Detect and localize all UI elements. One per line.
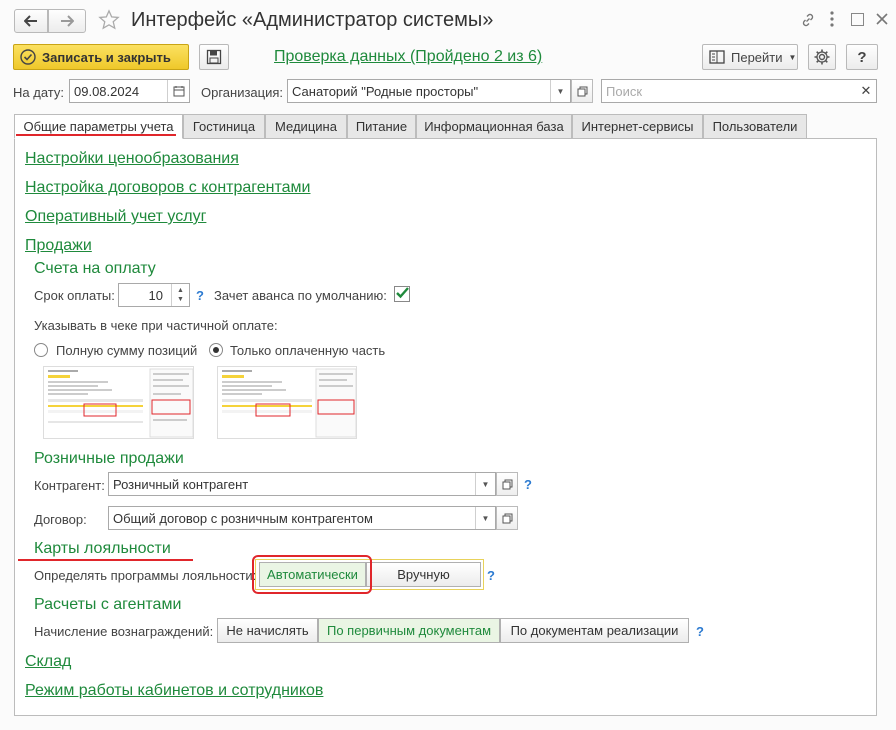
- pricing-settings-link[interactable]: Настройки ценообразования: [25, 150, 239, 168]
- receipt-full-sum-preview: [43, 366, 194, 439]
- loyalty-help-icon[interactable]: ?: [487, 568, 495, 583]
- radio-full-sum[interactable]: [34, 343, 48, 357]
- radio-paid-part[interactable]: [209, 343, 223, 357]
- counterparty-value: Розничный контрагент: [113, 476, 249, 492]
- counterparty-field[interactable]: Розничный контрагент ▼: [108, 472, 496, 496]
- contract-value: Общий договор с розничным контрагентом: [113, 510, 373, 526]
- counterparty-open-button[interactable]: [496, 472, 518, 496]
- cabinets-schedule-link[interactable]: Режим работы кабинетов и сотрудников: [25, 682, 323, 700]
- reward-label: Начисление вознаграждений:: [34, 624, 214, 639]
- loyalty-label: Определять программы лояльности:: [34, 568, 257, 583]
- radio-paid-part-label: Только оплаченную часть: [230, 343, 386, 358]
- receipt-label: Указывать в чеке при частичной оплате:: [34, 318, 278, 333]
- reward-sales-button[interactable]: По документам реализации: [500, 618, 689, 643]
- retail-group-title: Розничные продажи: [34, 450, 184, 467]
- payment-term-field[interactable]: 10 ▲ ▼: [118, 283, 190, 307]
- chevron-down-icon[interactable]: ▼: [475, 507, 495, 529]
- reward-primary-label: По первичным документам: [326, 623, 492, 638]
- payment-term-value: 10: [148, 287, 163, 303]
- open-window-icon: [502, 479, 512, 489]
- reward-primary-button[interactable]: По первичным документам: [318, 618, 500, 643]
- loyalty-manual-button[interactable]: Вручную: [366, 562, 481, 587]
- counterparty-label: Контрагент:: [34, 478, 105, 493]
- contract-label: Договор:: [34, 512, 87, 527]
- loyalty-underline: [18, 559, 193, 561]
- invoices-group-title: Счета на оплату: [34, 260, 156, 277]
- reward-help-icon[interactable]: ?: [696, 624, 704, 639]
- advance-label: Зачет аванса по умолчанию:: [214, 288, 387, 303]
- agents-group-title: Расчеты с агентами: [34, 596, 182, 613]
- reward-sales-label: По документам реализации: [510, 623, 679, 638]
- open-window-icon: [502, 513, 512, 523]
- contracts-settings-link[interactable]: Настройка договоров с контрагентами: [25, 179, 310, 197]
- payment-term-label: Срок оплаты:: [34, 288, 115, 303]
- reward-none-label: Не начислять: [226, 623, 309, 638]
- term-help-icon[interactable]: ?: [196, 288, 204, 303]
- contract-field[interactable]: Общий договор с розничным контрагентом ▼: [108, 506, 496, 530]
- receipt-paid-part-preview: [217, 366, 357, 439]
- loyalty-highlight: [252, 555, 372, 594]
- sales-link[interactable]: Продажи: [25, 237, 92, 255]
- loyalty-manual-label: Вручную: [397, 567, 450, 582]
- reward-none-button[interactable]: Не начислять: [217, 618, 318, 643]
- counterparty-help-icon[interactable]: ?: [524, 477, 532, 492]
- advance-checkbox[interactable]: [394, 286, 410, 302]
- warehouse-link[interactable]: Склад: [25, 653, 71, 671]
- loyalty-group-title: Карты лояльности: [34, 540, 171, 557]
- checkmark-icon: [396, 287, 409, 299]
- stepper-icon[interactable]: ▲ ▼: [171, 284, 189, 306]
- services-accounting-link[interactable]: Оперативный учет услуг: [25, 208, 206, 226]
- chevron-down-icon[interactable]: ▼: [475, 473, 495, 495]
- radio-full-sum-label: Полную сумму позиций: [56, 343, 198, 358]
- contract-open-button[interactable]: [496, 506, 518, 530]
